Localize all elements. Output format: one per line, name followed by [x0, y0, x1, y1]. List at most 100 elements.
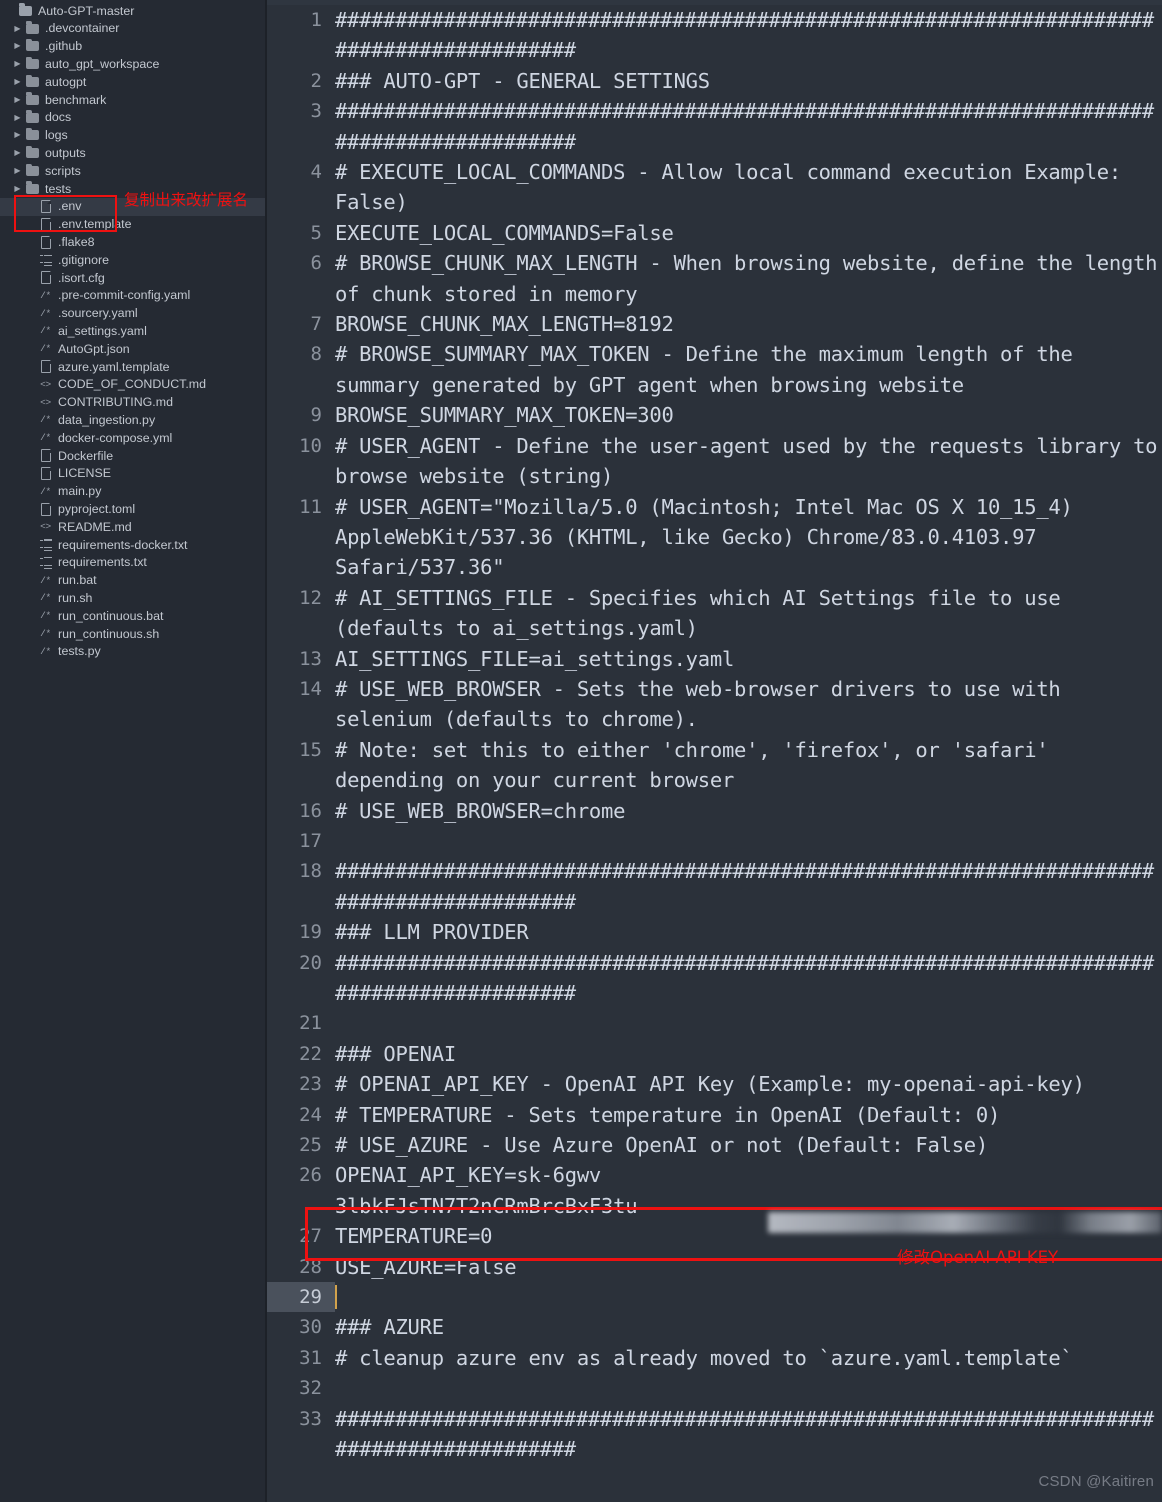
code-text[interactable]: ########################################… [335, 5, 1162, 66]
tree-file-13[interactable]: /* docker-compose.yml [0, 429, 267, 447]
tree-file-25[interactable]: /* tests.py [0, 643, 267, 661]
tree-file-22[interactable]: /* run.sh [0, 589, 267, 607]
code-text[interactable]: ### AUTO-GPT - GENERAL SETTINGS [335, 66, 1162, 96]
code-text[interactable]: # USER_AGENT - Define the user-agent use… [335, 431, 1162, 492]
code-text[interactable]: # USE_WEB_BROWSER - Sets the web-browser… [335, 674, 1162, 735]
tree-file-21[interactable]: /* run.bat [0, 572, 267, 590]
code-line[interactable]: 3 #######################################… [267, 96, 1162, 157]
code-text[interactable]: # USE_WEB_BROWSER=chrome [335, 796, 1162, 826]
code-text[interactable]: # USE_AZURE - Use Azure OpenAI or not (D… [335, 1130, 1162, 1160]
code-text[interactable]: # TEMPERATURE - Sets temperature in Open… [335, 1100, 1162, 1130]
tree-folder-3[interactable]: ▶ autogpt [0, 73, 267, 91]
code-line[interactable]: 24 # TEMPERATURE - Sets temperature in Op… [267, 1100, 1162, 1130]
code-text[interactable]: EXECUTE_LOCAL_COMMANDS=False [335, 218, 1162, 248]
code-text[interactable]: ########################################… [335, 948, 1162, 1009]
code-text[interactable]: ########################################… [335, 856, 1162, 917]
code-line[interactable]: 4 # EXECUTE_LOCAL_COMMANDS - Allow local … [267, 157, 1162, 218]
code-line[interactable]: 16 # USE_WEB_BROWSER=chrome [267, 796, 1162, 826]
code-line[interactable]: 12 # AI_SETTINGS_FILE - Specifies which A… [267, 583, 1162, 644]
code-line[interactable]: 7 BROWSE_CHUNK_MAX_LENGTH=8192 [267, 309, 1162, 339]
tree-file-20[interactable]: requirements.txt [0, 554, 267, 572]
tree-file-24[interactable]: /* run_continuous.sh [0, 625, 267, 643]
code-text[interactable]: # OPENAI_API_KEY - OpenAI API Key (Examp… [335, 1069, 1162, 1099]
tree-folder-5[interactable]: ▶ docs [0, 109, 267, 127]
code-line[interactable]: 8 # BROWSE_SUMMARY_MAX_TOKEN - Define the… [267, 339, 1162, 400]
tree-file-10[interactable]: <> CODE_OF_CONDUCT.md [0, 376, 267, 394]
tree-file-18[interactable]: <> README.md [0, 518, 267, 536]
tree-item-root[interactable]: Auto-GPT-master [0, 2, 267, 20]
code-text[interactable]: # BROWSE_CHUNK_MAX_LENGTH - When browsin… [335, 248, 1162, 309]
code-line[interactable]: 6 # BROWSE_CHUNK_MAX_LENGTH - When browsi… [267, 248, 1162, 309]
tree-file-9[interactable]: azure.yaml.template [0, 358, 267, 376]
code-text[interactable] [335, 1282, 1162, 1312]
tree-file-6[interactable]: /* .sourcery.yaml [0, 305, 267, 323]
code-line[interactable]: 32 [267, 1373, 1162, 1403]
code-line[interactable]: 30 ### AZURE [267, 1312, 1162, 1342]
code-line[interactable]: 5 EXECUTE_LOCAL_COMMANDS=False [267, 218, 1162, 248]
tree-file-11[interactable]: <> CONTRIBUTING.md [0, 394, 267, 412]
tree-file-2[interactable]: .flake8 [0, 233, 267, 251]
tree-file-14[interactable]: Dockerfile [0, 447, 267, 465]
tree-folder-4[interactable]: ▶ benchmark [0, 91, 267, 109]
tree-file-23[interactable]: /* run_continuous.bat [0, 607, 267, 625]
code-line[interactable]: 31 # cleanup azure env as already moved t… [267, 1343, 1162, 1373]
file-explorer-sidebar[interactable]: Auto-GPT-master ▶ .devcontainer ▶ .github ▶ au… [0, 0, 267, 1502]
code-text[interactable]: ########################################… [335, 96, 1162, 157]
code-text[interactable]: # Note: set this to either 'chrome', 'fi… [335, 735, 1162, 796]
tree-file-4[interactable]: .isort.cfg [0, 269, 267, 287]
code-text[interactable]: ### OPENAI [335, 1039, 1162, 1069]
code-line[interactable]: 17 [267, 826, 1162, 856]
tree-file-5[interactable]: /* .pre-commit-config.yaml [0, 287, 267, 305]
code-text[interactable]: BROWSE_SUMMARY_MAX_TOKEN=300 [335, 400, 1162, 430]
tree-file-3[interactable]: .gitignore [0, 251, 267, 269]
tree-file-19[interactable]: requirements-docker.txt [0, 536, 267, 554]
code-text[interactable]: ########################################… [335, 1404, 1162, 1465]
code-line[interactable]: 14 # USE_WEB_BROWSER - Sets the web-brows… [267, 674, 1162, 735]
code-text[interactable]: AI_SETTINGS_FILE=ai_settings.yaml [335, 644, 1162, 674]
code-editor[interactable]: 1 #######################################… [267, 0, 1162, 1502]
tree-file-8[interactable]: /* AutoGpt.json [0, 340, 267, 358]
tree-file-1[interactable]: .env.template [0, 216, 267, 234]
code-line[interactable]: 15 # Note: set this to either 'chrome', '… [267, 735, 1162, 796]
code-line[interactable]: 9 BROWSE_SUMMARY_MAX_TOKEN=300 [267, 400, 1162, 430]
code-line[interactable]: 26 OPENAI_API_KEY=sk-6gwv 3lbkFJsTN7T2nCR… [267, 1160, 1162, 1221]
code-line[interactable]: 10 # USER_AGENT - Define the user-agent u… [267, 431, 1162, 492]
code-line[interactable]: 25 # USE_AZURE - Use Azure OpenAI or not … [267, 1130, 1162, 1160]
tree-file-12[interactable]: /* data_ingestion.py [0, 411, 267, 429]
code-text[interactable]: # cleanup azure env as already moved to … [335, 1343, 1162, 1373]
code-line[interactable]: 13 AI_SETTINGS_FILE=ai_settings.yaml [267, 644, 1162, 674]
tree-file-15[interactable]: LICENSE [0, 465, 267, 483]
code-line[interactable]: 1 #######################################… [267, 5, 1162, 66]
code-text[interactable]: ### AZURE [335, 1312, 1162, 1342]
code-line[interactable]: 19 ### LLM PROVIDER [267, 917, 1162, 947]
code-text[interactable]: OPENAI_API_KEY=sk-6gwv 3lbkFJsTN7T2nCRmB… [335, 1160, 1162, 1221]
line-number: 22 [299, 1042, 322, 1065]
chevron-right-icon: ▶ [14, 130, 21, 140]
tree-folder-8[interactable]: ▶ scripts [0, 162, 267, 180]
code-content[interactable]: 1 #######################################… [267, 5, 1162, 1465]
code-line[interactable]: 20 ######################################… [267, 948, 1162, 1009]
line-number: 10 [299, 434, 322, 457]
code-text[interactable]: # AI_SETTINGS_FILE - Specifies which AI … [335, 583, 1162, 644]
tree-folder-7[interactable]: ▶ outputs [0, 144, 267, 162]
code-line[interactable]: 23 # OPENAI_API_KEY - OpenAI API Key (Exa… [267, 1069, 1162, 1099]
code-line[interactable]: 33 ######################################… [267, 1404, 1162, 1465]
tree-file-16[interactable]: /* main.py [0, 483, 267, 501]
tree-file-7[interactable]: /* ai_settings.yaml [0, 322, 267, 340]
code-line[interactable]: 21 [267, 1008, 1162, 1038]
tree-folder-2[interactable]: ▶ auto_gpt_workspace [0, 55, 267, 73]
code-line[interactable]: 22 ### OPENAI [267, 1039, 1162, 1069]
code-text[interactable]: ### LLM PROVIDER [335, 917, 1162, 947]
tree-file-17[interactable]: pyproject.toml [0, 500, 267, 518]
tree-folder-0[interactable]: ▶ .devcontainer [0, 20, 267, 38]
tree-folder-1[interactable]: ▶ .github [0, 38, 267, 56]
code-text[interactable]: BROWSE_CHUNK_MAX_LENGTH=8192 [335, 309, 1162, 339]
code-text[interactable]: # EXECUTE_LOCAL_COMMANDS - Allow local c… [335, 157, 1162, 218]
code-line[interactable]: 11 # USER_AGENT="Mozilla/5.0 (Macintosh; … [267, 492, 1162, 583]
code-line[interactable]: 2 ### AUTO-GPT - GENERAL SETTINGS [267, 66, 1162, 96]
code-line[interactable]: 18 ######################################… [267, 856, 1162, 917]
tree-folder-6[interactable]: ▶ logs [0, 127, 267, 145]
code-text[interactable]: # BROWSE_SUMMARY_MAX_TOKEN - Define the … [335, 339, 1162, 400]
code-text[interactable]: # USER_AGENT="Mozilla/5.0 (Macintosh; In… [335, 492, 1162, 583]
code-line[interactable]: 29 [267, 1282, 1162, 1313]
